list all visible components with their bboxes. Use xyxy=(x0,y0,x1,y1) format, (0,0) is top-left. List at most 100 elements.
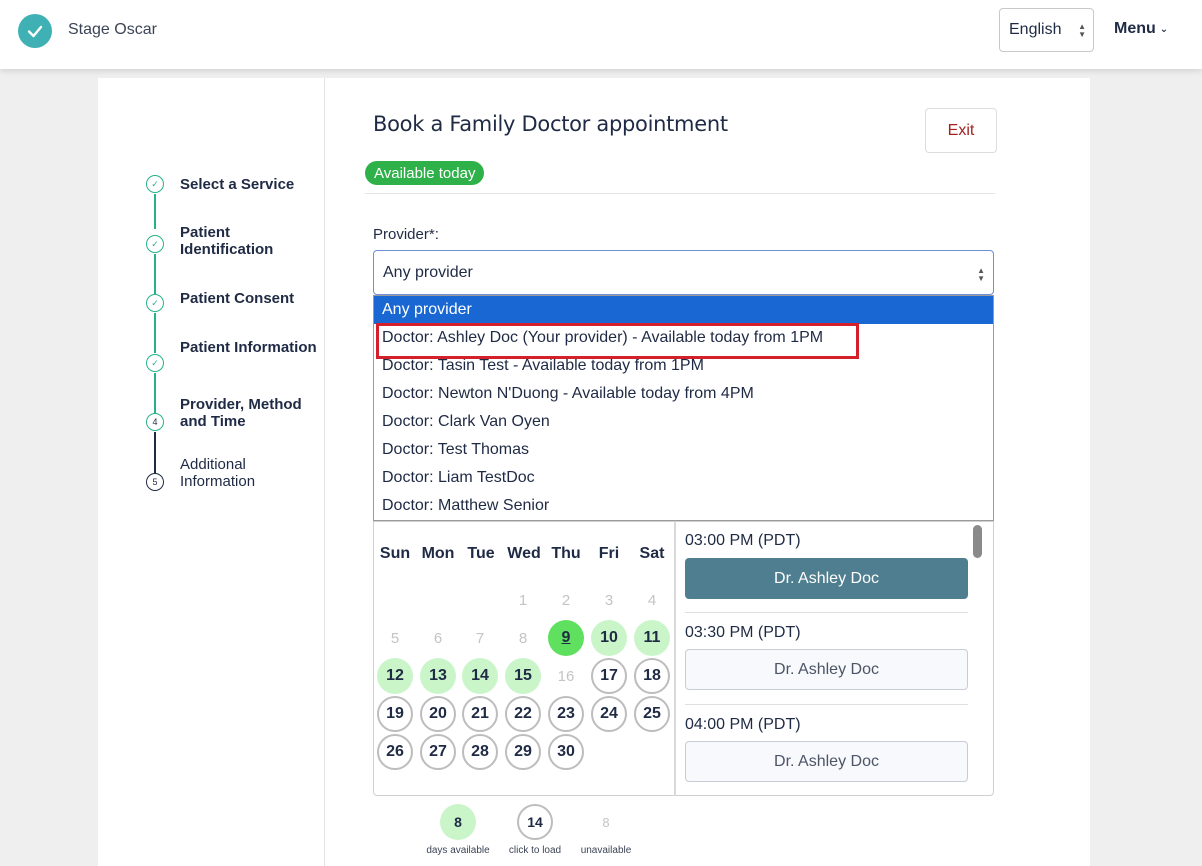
app-name: Stage Oscar xyxy=(68,21,157,38)
calendar-day: 1 xyxy=(518,591,528,609)
calendar-day[interactable]: 14 xyxy=(462,658,498,694)
legend-unavailable-circle: 8 xyxy=(602,814,610,830)
calendar-day: 8 xyxy=(518,629,528,647)
step-patient-information: ✓ Patient Information xyxy=(146,339,317,372)
step-provider-method-time: 4 Provider, Method and Time xyxy=(146,396,302,431)
calendar-day[interactable]: 9 xyxy=(548,620,584,656)
calendar-day[interactable]: 23 xyxy=(548,696,584,732)
check-circle-icon: ✓ xyxy=(146,294,164,312)
calendar-day[interactable]: 11 xyxy=(634,620,670,656)
chevron-down-icon: ⌄ xyxy=(1159,23,1169,35)
calendar-day[interactable]: 13 xyxy=(420,658,456,694)
legend-available-circle: 8 xyxy=(440,804,476,840)
slot-divider xyxy=(685,612,968,613)
provider-select-value: Any provider xyxy=(383,263,473,281)
weekday-header: Wed xyxy=(507,545,541,562)
calendar-day[interactable]: 18 xyxy=(634,658,670,694)
available-today-badge: Available today xyxy=(365,161,485,185)
calendar-day: 5 xyxy=(390,629,400,647)
check-circle-icon: ✓ xyxy=(146,354,164,372)
step-label: Provider, Method and Time xyxy=(180,396,302,430)
calendar-day[interactable]: 17 xyxy=(591,658,627,694)
calendar-day[interactable]: 26 xyxy=(377,734,413,770)
step-connector xyxy=(154,313,156,353)
provider-option[interactable]: Doctor: Newton N'Duong - Available today… xyxy=(374,380,993,408)
calendar-day[interactable]: 25 xyxy=(634,696,670,732)
provider-option[interactable]: Doctor: Matthew Senior xyxy=(374,492,993,520)
calendar-day: 3 xyxy=(604,591,614,609)
provider-option[interactable]: Doctor: Liam TestDoc xyxy=(374,464,993,492)
step-patient-identification: ✓ Patient Identification xyxy=(146,224,273,258)
calendar-day[interactable]: 24 xyxy=(591,696,627,732)
step-label: Patient Identification xyxy=(180,224,274,258)
calendar-day: 16 xyxy=(557,667,575,685)
language-value: English xyxy=(1009,21,1062,38)
weekday-header: Tue xyxy=(467,545,495,562)
calendar-day: 2 xyxy=(561,591,571,609)
step-select-service: ✓ Select a Service xyxy=(146,175,294,193)
time-slot-button[interactable]: Dr. Ashley Doc xyxy=(685,558,968,599)
slot-time: 04:00 PM (PDT) xyxy=(685,716,801,733)
calendar-day[interactable]: 15 xyxy=(505,658,541,694)
step-label: Patient Information xyxy=(180,339,317,356)
step-label: Select a Service xyxy=(180,176,295,193)
calendar-day[interactable]: 12 xyxy=(377,658,413,694)
check-circle-icon: ✓ xyxy=(146,175,164,193)
step-label: Additional Information xyxy=(180,456,256,490)
calendar-day[interactable]: 21 xyxy=(462,696,498,732)
calendar-day[interactable]: 28 xyxy=(462,734,498,770)
calendar-day: 6 xyxy=(433,629,443,647)
step-connector xyxy=(154,194,156,229)
calendar-day[interactable]: 20 xyxy=(420,696,456,732)
provider-label: Provider*: xyxy=(373,226,439,243)
provider-option[interactable]: Any provider xyxy=(374,296,993,324)
legend-load-circle: 14 xyxy=(517,804,553,840)
divider xyxy=(365,193,995,194)
step-connector xyxy=(154,432,156,474)
calendar-day[interactable]: 27 xyxy=(420,734,456,770)
weekday-header: Thu xyxy=(551,545,581,562)
provider-select[interactable]: Any provider ▲ ▼ xyxy=(373,250,994,295)
legend-label: days available xyxy=(426,845,490,856)
calendar-day[interactable]: 19 xyxy=(377,696,413,732)
slots-scrollbar[interactable] xyxy=(973,525,982,558)
provider-option[interactable]: Doctor: Tasin Test - Available today fro… xyxy=(374,352,993,380)
top-bar: Stage Oscar English ▲ ▼ Menu ⌄ xyxy=(0,0,1202,69)
legend-label: unavailable xyxy=(580,845,632,856)
time-slot-button[interactable]: Dr. Ashley Doc xyxy=(685,649,968,690)
check-circle-icon: ✓ xyxy=(146,235,164,253)
provider-option[interactable]: Doctor: Clark Van Oyen xyxy=(374,408,993,436)
menu-button[interactable]: Menu ⌄ xyxy=(1114,20,1168,38)
language-select[interactable]: English ▲ ▼ xyxy=(999,8,1094,52)
step-number-icon: 4 xyxy=(146,413,164,431)
select-arrows-icon: ▲ ▼ xyxy=(977,266,985,283)
exit-button[interactable]: Exit xyxy=(925,108,997,153)
step-additional-information: 5 Additional Information xyxy=(146,456,255,491)
weekday-header: Sat xyxy=(639,545,665,562)
calendar-day: 7 xyxy=(475,629,485,647)
legend-label: click to load xyxy=(508,845,562,856)
provider-option[interactable]: Doctor: Test Thomas xyxy=(374,436,993,464)
time-slot-button[interactable]: Dr. Ashley Doc xyxy=(685,741,968,782)
page-title: Book a Family Doctor appointment xyxy=(373,112,728,136)
step-number-icon: 5 xyxy=(146,473,164,491)
calendar-day[interactable]: 29 xyxy=(505,734,541,770)
step-connector xyxy=(154,254,156,294)
step-connector xyxy=(154,373,156,413)
calendar-day[interactable]: 22 xyxy=(505,696,541,732)
provider-option[interactable]: Doctor: Ashley Doc (Your provider) - Ava… xyxy=(374,324,993,352)
provider-dropdown-list: Any provider Doctor: Ashley Doc (Your pr… xyxy=(373,295,994,521)
step-patient-consent: ✓ Patient Consent xyxy=(146,290,294,312)
slot-time: 03:30 PM (PDT) xyxy=(685,624,801,641)
slot-divider xyxy=(685,704,968,705)
sidebar-divider xyxy=(324,78,325,866)
menu-label: Menu xyxy=(1114,20,1156,37)
calendar-day[interactable]: 30 xyxy=(548,734,584,770)
weekday-header: Sun xyxy=(379,545,411,562)
calendar-day: 4 xyxy=(647,591,657,609)
calendar-divider xyxy=(674,521,676,796)
calendar-day[interactable]: 10 xyxy=(591,620,627,656)
select-arrows-icon: ▲ ▼ xyxy=(1078,22,1086,39)
slot-time: 03:00 PM (PDT) xyxy=(685,532,801,549)
app-logo-check-icon[interactable] xyxy=(18,14,52,48)
